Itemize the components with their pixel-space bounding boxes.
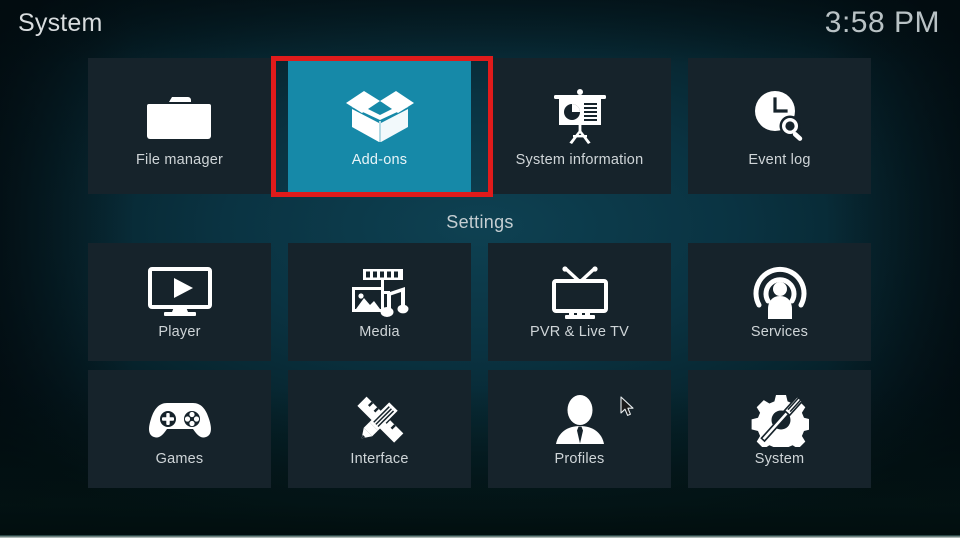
- open-box-icon: [344, 85, 416, 147]
- presentation-icon: [550, 85, 610, 147]
- tile-services[interactable]: Services: [688, 243, 871, 361]
- tile-label: File manager: [135, 151, 224, 168]
- tile-profiles[interactable]: Profiles: [488, 370, 671, 488]
- clock: 3:58 PM: [824, 6, 940, 39]
- tile-label: Player: [158, 323, 201, 340]
- tile-file-manager[interactable]: File manager: [88, 58, 271, 194]
- system-tools-row: File manager Add-ons System information …: [88, 58, 872, 194]
- gear-tool-icon: [751, 392, 809, 448]
- tile-media[interactable]: Media: [288, 243, 471, 361]
- tile-system-information[interactable]: System information: [488, 58, 671, 194]
- tile-label: PVR & Live TV: [529, 323, 630, 340]
- tile-label: Add-ons: [351, 151, 408, 168]
- settings-section-label: Settings: [446, 212, 514, 232]
- tile-player[interactable]: Player: [88, 243, 271, 361]
- header-bar: System 3:58 PM: [0, 0, 960, 48]
- tile-label: System information: [515, 151, 644, 168]
- gamepad-icon: [147, 392, 213, 448]
- monitor-play-icon: [147, 265, 212, 321]
- kodi-system-screen: System 3:58 PM File manager Add-ons Syst…: [0, 0, 960, 538]
- tile-label: Event log: [748, 151, 811, 168]
- media-stack-icon: [349, 265, 411, 321]
- tv-antenna-icon: [549, 265, 611, 321]
- tile-label: Services: [750, 323, 809, 340]
- tile-interface[interactable]: Interface: [288, 370, 471, 488]
- broadcast-user-icon: [751, 265, 809, 321]
- tile-label: Interface: [350, 450, 409, 467]
- settings-row-2: Games Interface Profiles System: [88, 370, 872, 488]
- settings-row-1: Player Media PVR & Live TV Services: [88, 243, 872, 361]
- tile-system[interactable]: System: [688, 370, 871, 488]
- pencil-ruler-icon: [351, 392, 409, 448]
- folder-icon: [146, 85, 213, 147]
- tile-games[interactable]: Games: [88, 370, 271, 488]
- tile-label: Media: [359, 323, 400, 340]
- person-bust-icon: [552, 392, 608, 448]
- tile-label: Games: [155, 450, 204, 467]
- page-title: System: [18, 9, 103, 37]
- tile-add-ons[interactable]: Add-ons: [288, 58, 471, 194]
- clock-search-icon: [749, 85, 811, 147]
- tile-label: System: [754, 450, 805, 467]
- tile-label: Profiles: [554, 450, 605, 467]
- tile-pvr-live-tv[interactable]: PVR & Live TV: [488, 243, 671, 361]
- tile-event-log[interactable]: Event log: [688, 58, 871, 194]
